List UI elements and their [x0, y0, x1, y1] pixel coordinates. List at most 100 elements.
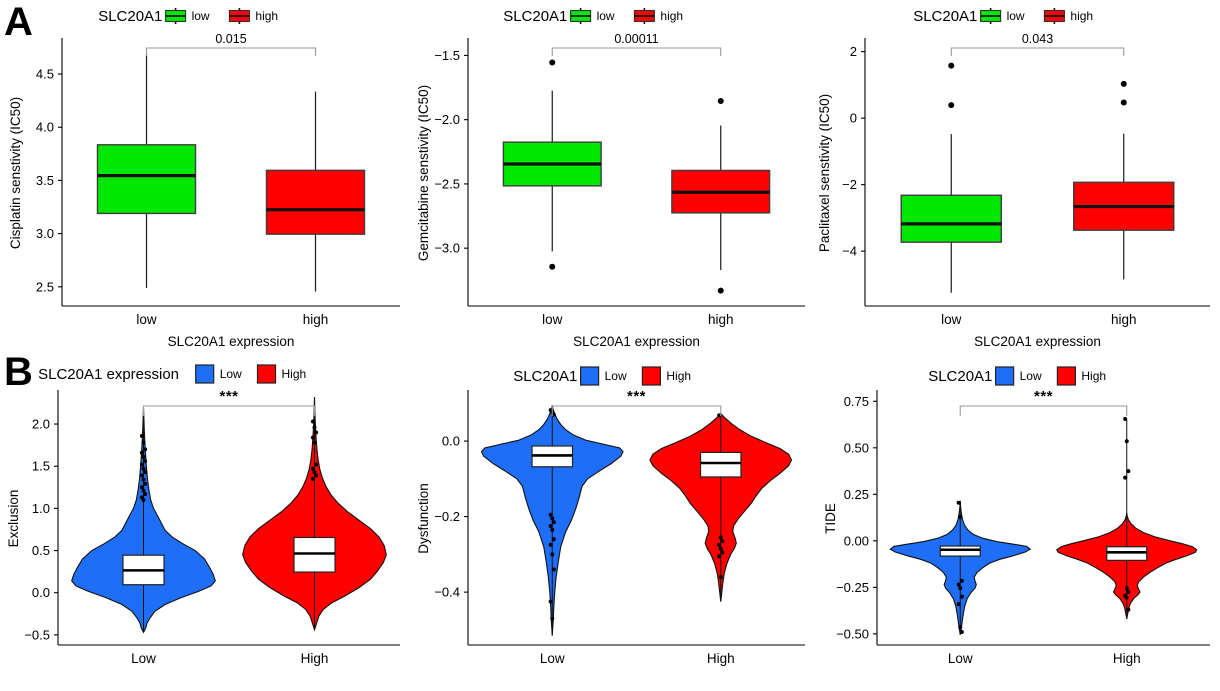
x-category-label-high: high	[708, 312, 734, 327]
violin-point	[139, 450, 144, 455]
outlier-point	[1120, 99, 1127, 106]
dysfunction-violin-legend-label-low: Low	[605, 369, 627, 383]
bracket-path	[950, 47, 1125, 56]
exclusion-violin-svg: SLC20A1 expression Low High Exclusion −0.5 0.…	[6, 364, 400, 666]
y-tick-label: −0.2	[434, 509, 460, 524]
y-tick-label: 4.0	[36, 120, 54, 135]
violin-point	[956, 602, 961, 607]
y-tick-label: 0.0	[32, 585, 50, 600]
dysfunction-violin-legend-key-low[interactable]	[580, 366, 600, 386]
paclitaxel-boxplot-legend-key-low[interactable]	[980, 8, 1002, 24]
outlier-point	[1120, 80, 1127, 87]
outlier-point	[717, 287, 724, 294]
x-category-label-high: high	[303, 312, 329, 327]
panel-b-chart-3: SLC20A1 Low High TIDE −0.50 −0.25 0.00 0.25 0.50…	[815, 350, 1220, 691]
violin-point	[720, 550, 725, 555]
cisplatin-boxplot-legend: SLC20A1 low high	[98, 8, 278, 25]
y-tick-label: 2.0	[32, 417, 50, 432]
y-tick-label: 4.5	[36, 67, 54, 82]
violin-point	[958, 625, 963, 630]
cisplatin-boxplot-legend-label-high: high	[255, 9, 278, 23]
dysfunction-violin-legend-key-high[interactable]	[641, 366, 661, 386]
paclitaxel-boxplot-legend: SLC20A1 low high	[913, 8, 1093, 25]
outlier-point	[717, 98, 724, 105]
tide-violin-y-axis-title: TIDE	[823, 503, 838, 534]
exclusion-violin-legend-key-high[interactable]	[256, 364, 277, 384]
tide-violin-legend-label-low: Low	[1020, 369, 1042, 383]
violin-point	[1126, 607, 1131, 612]
boxplot-group-high	[671, 98, 771, 294]
violin-point	[1124, 595, 1129, 600]
legend-swatch	[1056, 366, 1076, 386]
paclitaxel-boxplot-legend-key-high[interactable]	[1043, 8, 1065, 24]
y-tick-label: −0.5	[24, 627, 50, 642]
cisplatin-boxplot-legend-key-high[interactable]	[228, 8, 250, 24]
violin-point	[139, 473, 144, 478]
violin-point	[139, 462, 144, 467]
exclusion-violin-legend-key-low[interactable]	[195, 364, 215, 384]
tide-violin-legend-key-high[interactable]	[1056, 366, 1076, 386]
y-tick-label: −3.0	[434, 241, 460, 256]
exclusion-violin-legend: SLC20A1 expression Low High	[38, 364, 306, 384]
bracket-path	[142, 405, 316, 416]
violin-group-High	[649, 412, 793, 602]
gemcitabine-boxplot-legend-label-high: high	[660, 9, 683, 23]
y-tick-label: −0.50	[836, 626, 869, 641]
violin-point	[1124, 586, 1129, 591]
gemcitabine-boxplot-x-axis-title: SLC20A1 expression	[573, 334, 700, 349]
violin-point	[314, 430, 319, 435]
paclitaxel-boxplot-y-axis-title: Paclitaxel senstivity (IC50)	[817, 94, 832, 252]
violin-point	[310, 476, 315, 481]
dysfunction-violin-significance-bracket: ***	[551, 388, 722, 416]
violin-point	[718, 535, 723, 540]
tide-violin-axes: −0.50 −0.25 0.00 0.25 0.50 0.75 Low High	[836, 390, 1210, 666]
violin-point	[717, 542, 722, 547]
tide-violin-svg: SLC20A1 Low High TIDE −0.50 −0.25 0.00 0.25 0.50…	[823, 366, 1210, 666]
tide-violin-legend: SLC20A1 Low High	[928, 366, 1106, 386]
cisplatin-boxplot-legend-key-low[interactable]	[165, 8, 187, 24]
violin-point	[1126, 589, 1131, 594]
tide-violin-legend-key-low[interactable]	[995, 366, 1015, 386]
violin-point	[548, 542, 553, 547]
y-tick-label: 0.75	[844, 394, 869, 409]
panel-b-chart-2: SLC20A1 Low High Dysfunction −0.4 −0.2 0.0 Low H…	[410, 350, 815, 691]
y-tick-label: −2.5	[434, 176, 460, 191]
y-tick-label: 2.5	[36, 279, 54, 294]
violin-group-High	[242, 397, 387, 632]
gemcitabine-boxplot-annotation-label: 0.00011	[614, 32, 658, 46]
violin-point	[551, 520, 556, 525]
violin-point	[314, 462, 319, 467]
violin-point	[958, 515, 963, 520]
y-tick-label: −0.4	[434, 585, 460, 600]
violin-point	[139, 433, 144, 438]
legend-swatch	[256, 364, 277, 384]
violin-point	[550, 552, 555, 557]
tide-violin-significance-bracket: ***	[959, 388, 1128, 416]
violin-point	[717, 554, 722, 559]
tide-violin-legend-label-high: High	[1081, 369, 1106, 383]
gemcitabine-boxplot-legend-key-high[interactable]	[633, 8, 655, 24]
paclitaxel-boxplot-annotation-label: 0.043	[1022, 32, 1053, 46]
y-tick-label: −0.25	[836, 580, 869, 595]
box-rect	[96, 144, 197, 215]
boxplot-group-low	[502, 59, 602, 270]
boxplot-group-low	[96, 52, 197, 288]
violin-point	[720, 539, 725, 544]
y-tick-label: 0.0	[442, 434, 460, 449]
x-category-label-low: low	[542, 312, 563, 327]
violin-point	[550, 516, 555, 521]
gemcitabine-boxplot-legend-key-low[interactable]	[570, 8, 592, 24]
violin-point	[141, 440, 146, 445]
violin-box	[939, 545, 981, 557]
outlier-point	[549, 263, 556, 270]
x-category-label-low: low	[136, 312, 157, 327]
violin-point	[718, 575, 723, 580]
violin-point	[1126, 469, 1131, 474]
legend-swatch	[580, 366, 600, 386]
violin-group-Low	[480, 405, 624, 636]
paclitaxel-boxplot-legend-label-low: low	[1007, 9, 1025, 23]
violin-point	[314, 473, 319, 478]
violin-point	[312, 440, 317, 445]
violin-point	[548, 512, 553, 517]
violin-point	[310, 435, 315, 440]
